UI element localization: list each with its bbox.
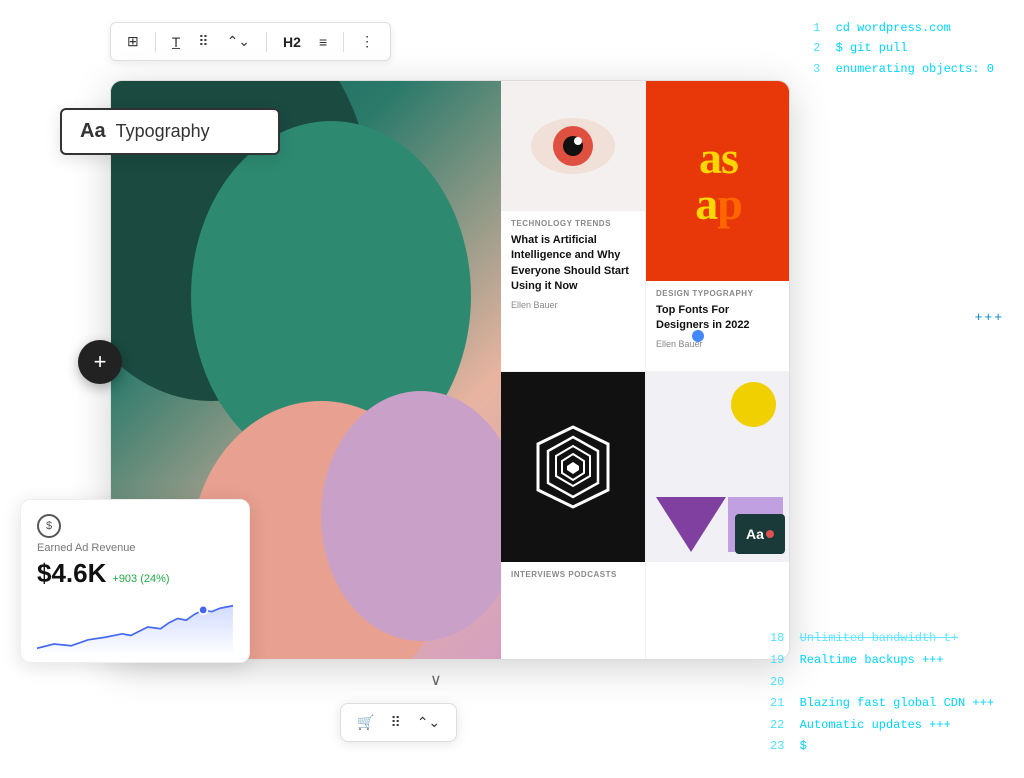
aa-image: Aa: [646, 372, 790, 562]
terminal-line-20: 20: [770, 672, 994, 694]
terminal-line-2: 2 $ git pull: [813, 38, 994, 58]
asap-article-title: Top Fonts For Designers in 2022: [656, 303, 781, 334]
add-block-button[interactable]: +: [78, 340, 122, 384]
terminal-line-3: 3 enumerating objects: 0: [813, 59, 994, 79]
hex-article-tags: INTERVIEWS PODCASTS: [511, 570, 635, 579]
eye-article-tags: TECHNOLOGY TRENDS: [511, 219, 635, 228]
bottom-drag-icon[interactable]: ⠿: [386, 712, 404, 733]
article-asap[interactable]: as ap DESIGN TYPOGRAPHY Top Fonts For De…: [646, 81, 790, 371]
terminal-line-21: 21 Blazing fast global CDN +++: [770, 693, 994, 715]
terminal-line-22: 22 Automatic updates +++: [770, 715, 994, 737]
eye-article-title: What is Artificial Intelligence and Why …: [511, 233, 635, 295]
revenue-change: +903 (24%): [112, 573, 169, 585]
typography-aa: Aa: [80, 120, 106, 143]
article-bottom-row: INTERVIEWS PODCASTS Aa: [501, 371, 790, 660]
eye-svg: [528, 111, 618, 181]
divider-3: [343, 32, 344, 52]
yellow-circle: [731, 382, 776, 427]
bottom-updown-icon[interactable]: ⌃⌄: [413, 712, 444, 733]
terminal-line-19: 19 Realtime backups +++: [770, 650, 994, 672]
articles-grid: TECHNOLOGY TRENDS What is Artificial Int…: [501, 81, 790, 660]
revenue-card: $ Earned Ad Revenue $4.6K +903 (24%): [20, 499, 250, 663]
blue-dot: [692, 330, 704, 342]
hex-svg: [533, 422, 613, 512]
eye-image: [501, 81, 645, 211]
asap-top: as: [695, 135, 742, 181]
list-icon[interactable]: ≡: [313, 30, 333, 54]
asap-article-tags: DESIGN TYPOGRAPHY: [656, 289, 781, 298]
revenue-amount: $4.6K: [37, 558, 106, 589]
plus-dots: +++: [975, 310, 1004, 325]
block-toolbar: ⊞ T̲ ⠿ ⌃⌄ H2 ≡ ⋮: [110, 22, 391, 61]
aa-dot: [766, 530, 774, 538]
terminal-line-1: 1 cd wordpress.com: [813, 18, 994, 38]
article-top-row: TECHNOLOGY TRENDS What is Artificial Int…: [501, 81, 790, 371]
drag-icon[interactable]: ⠿: [192, 29, 214, 54]
cart-icon[interactable]: 🛒: [353, 712, 378, 733]
bottom-block-toolbar: 🛒 ⠿ ⌃⌄: [340, 703, 457, 742]
aa-badge: Aa: [735, 514, 785, 554]
purple-triangle: [656, 497, 726, 552]
article-hex[interactable]: INTERVIEWS PODCASTS: [501, 372, 646, 660]
typography-card: Aa Typography: [60, 108, 280, 155]
heading-button[interactable]: H2: [277, 30, 307, 54]
scroll-arrow: ∨: [430, 670, 442, 690]
asap-article-author: Ellen Bauer: [656, 339, 781, 349]
asap-article-content: DESIGN TYPOGRAPHY Top Fonts For Designer…: [646, 281, 790, 371]
text-align-icon[interactable]: T̲: [166, 30, 187, 54]
aa-article-content: [646, 562, 790, 660]
layout-icon[interactable]: ⊞: [121, 29, 145, 54]
more-options-icon[interactable]: ⋮: [354, 29, 380, 54]
article-eye[interactable]: TECHNOLOGY TRENDS What is Artificial Int…: [501, 81, 646, 371]
terminal-bottom: 18 Unlimited bandwidth t+ 19 Realtime ba…: [770, 628, 994, 758]
revenue-chart: [37, 597, 233, 657]
typography-label: Typography: [116, 121, 210, 142]
asap-bottom: ap: [695, 181, 742, 227]
terminal-line-18: 18 Unlimited bandwidth t+: [770, 628, 994, 650]
article-aa[interactable]: Aa: [646, 372, 790, 660]
eye-article-author: Ellen Bauer: [511, 300, 635, 310]
terminal-top: 1 cd wordpress.com 2 $ git pull 3 enumer…: [813, 18, 994, 79]
asap-image: as ap: [646, 81, 790, 281]
divider-1: [155, 32, 156, 52]
revenue-label: Earned Ad Revenue: [37, 542, 233, 554]
eye-article-content: TECHNOLOGY TRENDS What is Artificial Int…: [501, 211, 645, 371]
terminal-line-23: 23 $: [770, 736, 994, 758]
hex-image: [501, 372, 645, 562]
hex-article-content: INTERVIEWS PODCASTS: [501, 562, 645, 660]
dollar-icon: $: [37, 514, 61, 538]
divider-2: [266, 32, 267, 52]
up-down-icon[interactable]: ⌃⌄: [221, 29, 256, 54]
